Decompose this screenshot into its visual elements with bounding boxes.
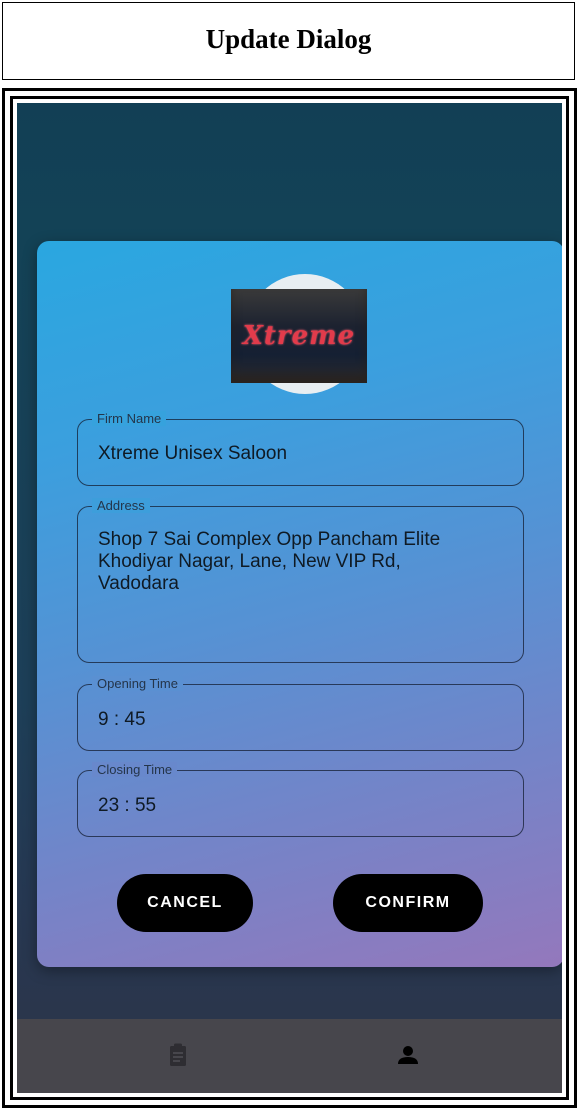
firm-name-field[interactable]: Firm Name Xtreme Unisex Saloon [77,411,524,486]
caption-box: Update Dialog [2,2,575,80]
screenshot-frame: Xtreme Firm Name Xtreme Unisex Saloon Ad… [2,88,577,1108]
clipboard-icon[interactable] [169,1043,187,1072]
person-icon[interactable] [397,1045,419,1070]
closing-time-label: Closing Time [92,762,178,777]
firm-logo-image[interactable]: Xtreme [231,289,367,383]
confirm-button[interactable]: CONFIRM [333,874,483,932]
opening-time-field[interactable]: Opening Time 9 : 45 [77,676,524,751]
address-field[interactable]: Address Shop 7 Sai Complex Opp Pancham E… [77,498,524,663]
caption-title: Update Dialog [205,23,372,54]
address-value: Shop 7 Sai Complex Opp Pancham Elite Kho… [98,529,441,594]
logo-wordmark: Xtreme [242,321,356,351]
bottom-navigation-bar [17,1019,562,1093]
closing-time-field[interactable]: Closing Time 23 : 55 [77,762,524,837]
closing-time-value: 23 : 55 [98,795,157,816]
opening-time-label: Opening Time [92,676,183,691]
screenshot-inner-frame: Xtreme Firm Name Xtreme Unisex Saloon Ad… [10,96,569,1100]
address-label: Address [92,498,150,513]
firm-name-value: Xtreme Unisex Saloon [98,443,288,464]
update-dialog: Xtreme Firm Name Xtreme Unisex Saloon Ad… [37,241,562,967]
app-screen: Xtreme Firm Name Xtreme Unisex Saloon Ad… [17,103,562,1093]
cancel-button[interactable]: CANCEL [117,874,253,932]
opening-time-value: 9 : 45 [98,709,146,730]
firm-name-label: Firm Name [92,411,167,426]
